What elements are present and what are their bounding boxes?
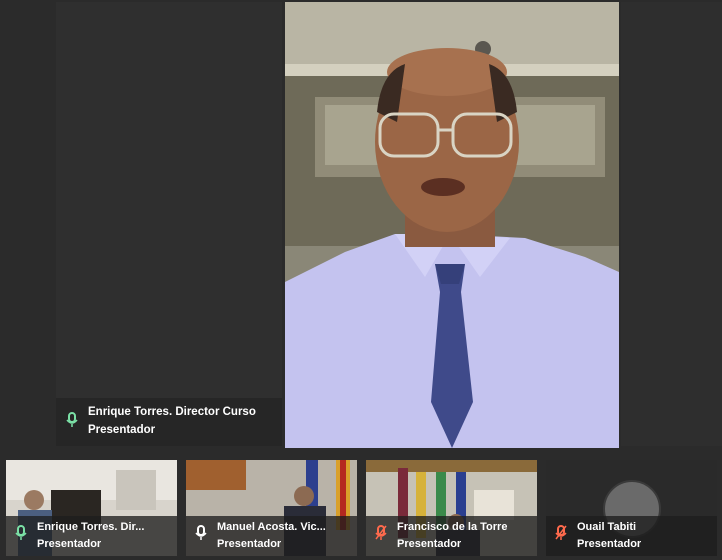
main-speaker-tile[interactable] (56, 2, 282, 446)
empty-right-area (621, 2, 722, 446)
participant-role: Presentador (577, 538, 642, 550)
mic-muted-icon (375, 525, 387, 541)
mic-icon (195, 525, 207, 541)
mic-icon (66, 412, 78, 428)
participant-role: Presentador (397, 538, 462, 550)
participant-name: Ouail Tabiti (577, 521, 637, 533)
participant-tile-ouail[interactable]: Ouail Tabiti Presentador (546, 460, 717, 556)
participant-tile-enrique[interactable]: Enrique Torres. Dir... Presentador (6, 460, 177, 556)
participant-name: Francisco de la Torre (397, 521, 508, 533)
mic-icon (15, 525, 27, 541)
speaker-video-frame (285, 2, 619, 448)
participant-tile-francisco[interactable]: Francisco de la Torre Presentador (366, 460, 537, 556)
mic-muted-icon (555, 525, 567, 541)
participant-tile-manuel[interactable]: Manuel Acosta. Vic... Presentador (186, 460, 357, 556)
participant-name: Manuel Acosta. Vic... (217, 521, 326, 533)
participant-role: Presentador (217, 538, 282, 550)
main-speaker-name: Enrique Torres. Director Curso (88, 406, 256, 418)
participant-role: Presentador (37, 538, 102, 550)
main-speaker-role: Presentador (88, 424, 156, 436)
main-speaker-caption: Enrique Torres. Director Curso Presentad… (56, 398, 282, 446)
main-video-feed (285, 2, 619, 448)
participant-name: Enrique Torres. Dir... (37, 521, 145, 533)
